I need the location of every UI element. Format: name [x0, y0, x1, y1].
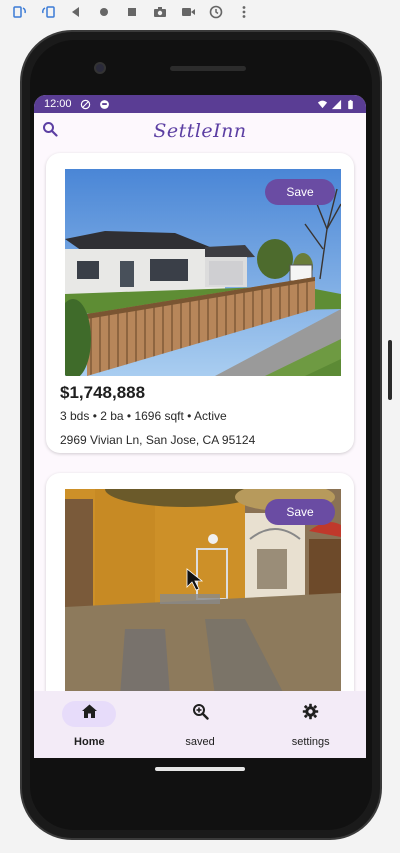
nav-pill-saved[interactable] — [173, 701, 227, 727]
emulator-toolbar — [0, 0, 400, 24]
front-camera — [94, 62, 106, 74]
listing-price: $1,748,888 — [60, 383, 146, 402]
do-not-disturb-icon — [80, 99, 91, 110]
status-bar: 12:00 — [34, 95, 366, 113]
signal-icon — [331, 99, 342, 110]
bottom-navigation: Home saved settings — [34, 691, 366, 758]
nav-label-settings: settings — [291, 736, 330, 748]
nav-pill-home[interactable] — [62, 701, 117, 727]
overview-icon[interactable] — [118, 1, 146, 23]
gear-icon — [302, 703, 319, 725]
app-screen: 12:00 SettleInn Save $1,748,888 3 bds • … — [34, 95, 366, 758]
listing-card[interactable]: Save — [46, 473, 354, 691]
status-time: 12:00 — [44, 98, 72, 110]
earpiece-speaker — [170, 66, 246, 71]
back-icon[interactable] — [62, 1, 90, 23]
home-icon[interactable] — [90, 1, 118, 23]
home-icon — [81, 703, 98, 725]
video-icon[interactable] — [174, 1, 202, 23]
listing-photo[interactable]: Save — [65, 169, 341, 376]
app-logo: SettleInn — [153, 120, 247, 142]
app-header: SettleInn — [34, 113, 366, 149]
listing-details: 3 bds • 2 ba • 1696 sqft • Active — [60, 409, 227, 423]
more-icon[interactable] — [230, 1, 258, 23]
listing-feed[interactable]: Save $1,748,888 3 bds • 2 ba • 1696 sqft… — [34, 149, 366, 691]
nav-label-home: Home — [74, 736, 105, 748]
save-button[interactable]: Save — [265, 499, 335, 525]
listing-address: 2969 Vivian Ln, San Jose, CA 95124 — [60, 433, 256, 447]
nav-item-settings[interactable]: settings — [255, 691, 366, 758]
save-button[interactable]: Save — [265, 179, 335, 205]
nav-item-home[interactable]: Home — [34, 691, 145, 758]
nav-pill-settings[interactable] — [284, 701, 338, 727]
nav-item-saved[interactable]: saved — [145, 691, 256, 758]
zoom-in-icon — [192, 703, 209, 725]
rotate-right-icon[interactable] — [34, 1, 62, 23]
notification-icon — [99, 99, 110, 110]
listing-card[interactable]: Save $1,748,888 3 bds • 2 ba • 1696 sqft… — [46, 153, 354, 453]
power-button[interactable] — [388, 340, 392, 400]
wifi-icon — [317, 99, 328, 110]
camera-icon[interactable] — [146, 1, 174, 23]
rotate-left-icon[interactable] — [6, 1, 34, 23]
gesture-home-bar[interactable] — [155, 767, 245, 771]
snapshot-icon[interactable] — [202, 1, 230, 23]
listing-photo[interactable]: Save — [65, 489, 341, 691]
battery-icon — [345, 99, 356, 110]
nav-label-saved: saved — [185, 736, 215, 748]
